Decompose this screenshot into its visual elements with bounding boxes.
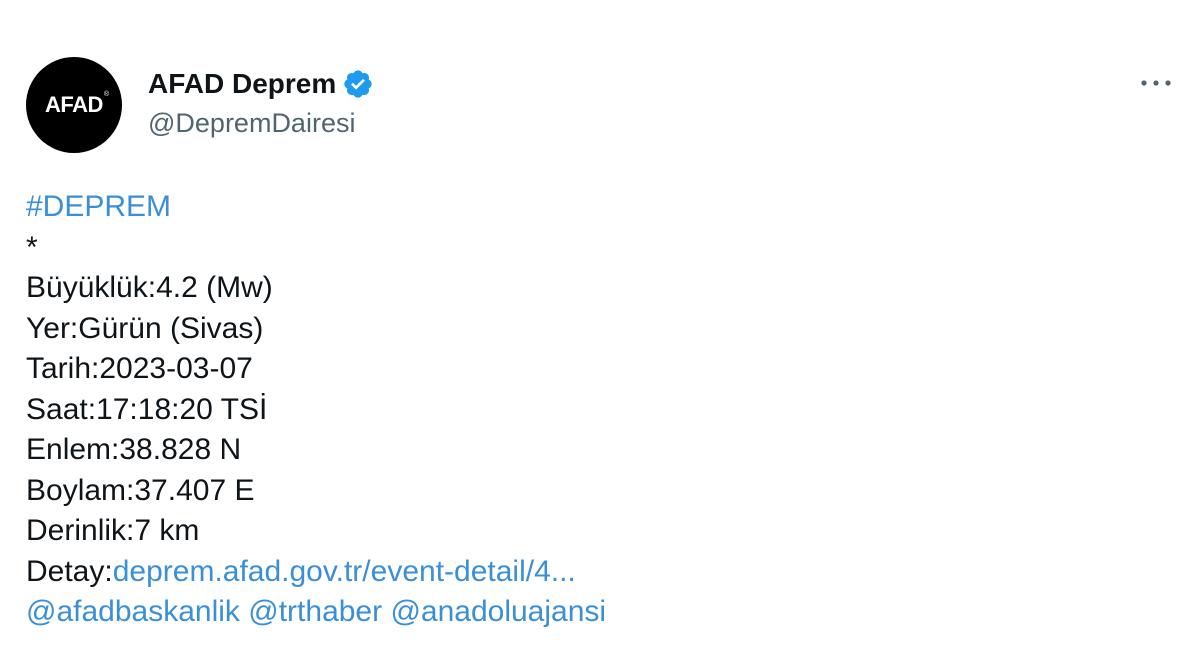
avatar[interactable]: AFAD ®: [26, 57, 122, 153]
avatar-logo-text: AFAD: [45, 92, 103, 117]
tweet-text: #DEPREM * Büyüklük:4.2 (Mw) Yer:Gürün (S…: [26, 187, 1166, 633]
verified-badge-icon[interactable]: [342, 68, 374, 100]
latitude-text: Enlem:38.828 N: [26, 433, 242, 466]
longitude-text: Boylam:37.407 E: [26, 473, 255, 507]
more-options-icon[interactable]: [1136, 68, 1176, 98]
avatar-registered-mark: ®: [103, 91, 109, 98]
mention-anadoluajansi[interactable]: @anadoluajansi: [390, 595, 606, 628]
date-text: Tarih:2023-03-07: [26, 352, 253, 385]
display-name[interactable]: AFAD Deprem: [148, 68, 336, 100]
detail-link[interactable]: deprem.afad.gov.tr/event-detail/4...: [113, 555, 576, 588]
tweet-header: AFAD Deprem @DepremDairesi: [148, 66, 374, 139]
mention-trthaber[interactable]: @trthaber: [248, 595, 382, 628]
depth-text: Derinlik:7 km: [26, 514, 200, 547]
magnitude-text: Büyüklük:4.2 (Mw): [26, 271, 273, 304]
name-row: AFAD Deprem: [148, 66, 374, 102]
mention-afadbaskanlik[interactable]: @afadbaskanlik: [26, 595, 240, 628]
tweet: AFAD ® AFAD Deprem @DepremDairesi #DEPRE…: [0, 0, 1200, 646]
user-handle[interactable]: @DepremDairesi: [148, 108, 374, 139]
detail-label: Detay:: [26, 554, 113, 588]
hashtag-link[interactable]: #DEPREM: [26, 190, 171, 223]
time-text: Saat:17:18:20 TSİ: [26, 392, 268, 426]
location-text: Yer:Gürün (Sivas): [26, 311, 264, 345]
separator-text: *: [26, 230, 38, 264]
